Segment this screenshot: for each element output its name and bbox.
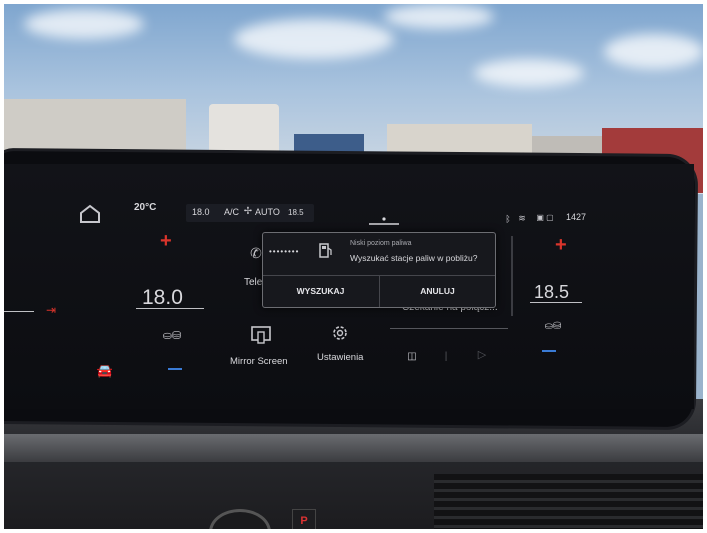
home-icon[interactable] [79, 204, 101, 224]
search-button[interactable]: WYSZUKAJ [263, 277, 378, 305]
media-divider [390, 328, 508, 329]
mirror-screen-label[interactable]: Mirror Screen [230, 356, 288, 367]
clock: 1427 [566, 212, 587, 222]
exit-icon[interactable]: ⇥ [42, 302, 60, 318]
car-icon[interactable]: 🚘 [94, 364, 116, 378]
left-temp-increase[interactable]: + [160, 230, 172, 253]
right-temp-underline [530, 302, 582, 303]
seat-heating-icon[interactable]: ⛀⛁ [159, 329, 185, 343]
left-temp-indicator: 18.0 [192, 207, 210, 217]
fan-icon: ✢ [243, 206, 253, 217]
play-icon[interactable]: ▷ [476, 348, 488, 362]
cloud [24, 9, 144, 39]
left-temp-underline [136, 308, 204, 309]
gear-icon[interactable] [329, 322, 351, 344]
bluetooth-icon: ᛒ [505, 214, 511, 224]
left-temp-decrease[interactable] [168, 368, 182, 370]
ac-label: A/C [224, 207, 240, 217]
left-temperature: 18.0 [142, 286, 183, 309]
fan-mode: AUTO [255, 207, 280, 217]
right-temp-increase[interactable]: + [555, 234, 567, 257]
low-fuel-dialog: •••••••• Niski poziom paliwa Wyszukać st… [262, 232, 496, 308]
dialog-message: Wyszukać stacje paliw w pobliżu? [350, 253, 478, 263]
notification-handle[interactable] [369, 212, 399, 225]
outside-temperature: 20°C [134, 202, 157, 213]
cloud [604, 34, 703, 69]
mirror-screen-icon[interactable] [250, 324, 272, 346]
right-temp-indicator: 18.5 [288, 208, 304, 217]
air-vent [434, 474, 703, 529]
fuel-pump-icon [319, 242, 333, 258]
connectivity-icons: ▣ ▢ [536, 213, 554, 222]
divider [4, 311, 34, 312]
settings-label[interactable]: Ustawienia [317, 352, 363, 363]
right-temp-decrease[interactable] [542, 350, 556, 352]
media-source-icon[interactable]: ◫ [404, 350, 420, 364]
dashboard-trim [4, 434, 703, 462]
seat-heating-icon[interactable]: ⛀⛁ [542, 320, 564, 334]
dialog-title: Niski poziom paliwa [350, 240, 412, 247]
fuel-gauge-dots: •••••••• [269, 247, 300, 256]
cloud [474, 59, 584, 87]
right-temperature: 18.5 [534, 282, 570, 302]
photo-frame: P 20°C 18.0 A/C ✢ AUTO 18.5 ᛒ ≋ ▣ ▢ 1427… [4, 4, 703, 529]
wifi-icon: ≋ [518, 213, 526, 223]
telephone-label[interactable]: Tele [244, 277, 262, 288]
cancel-button[interactable]: ANULUJ [380, 277, 495, 305]
parking-button[interactable]: P [292, 509, 316, 529]
cloud [234, 19, 394, 59]
separator-icon: | [444, 351, 448, 362]
cloud [384, 4, 494, 29]
